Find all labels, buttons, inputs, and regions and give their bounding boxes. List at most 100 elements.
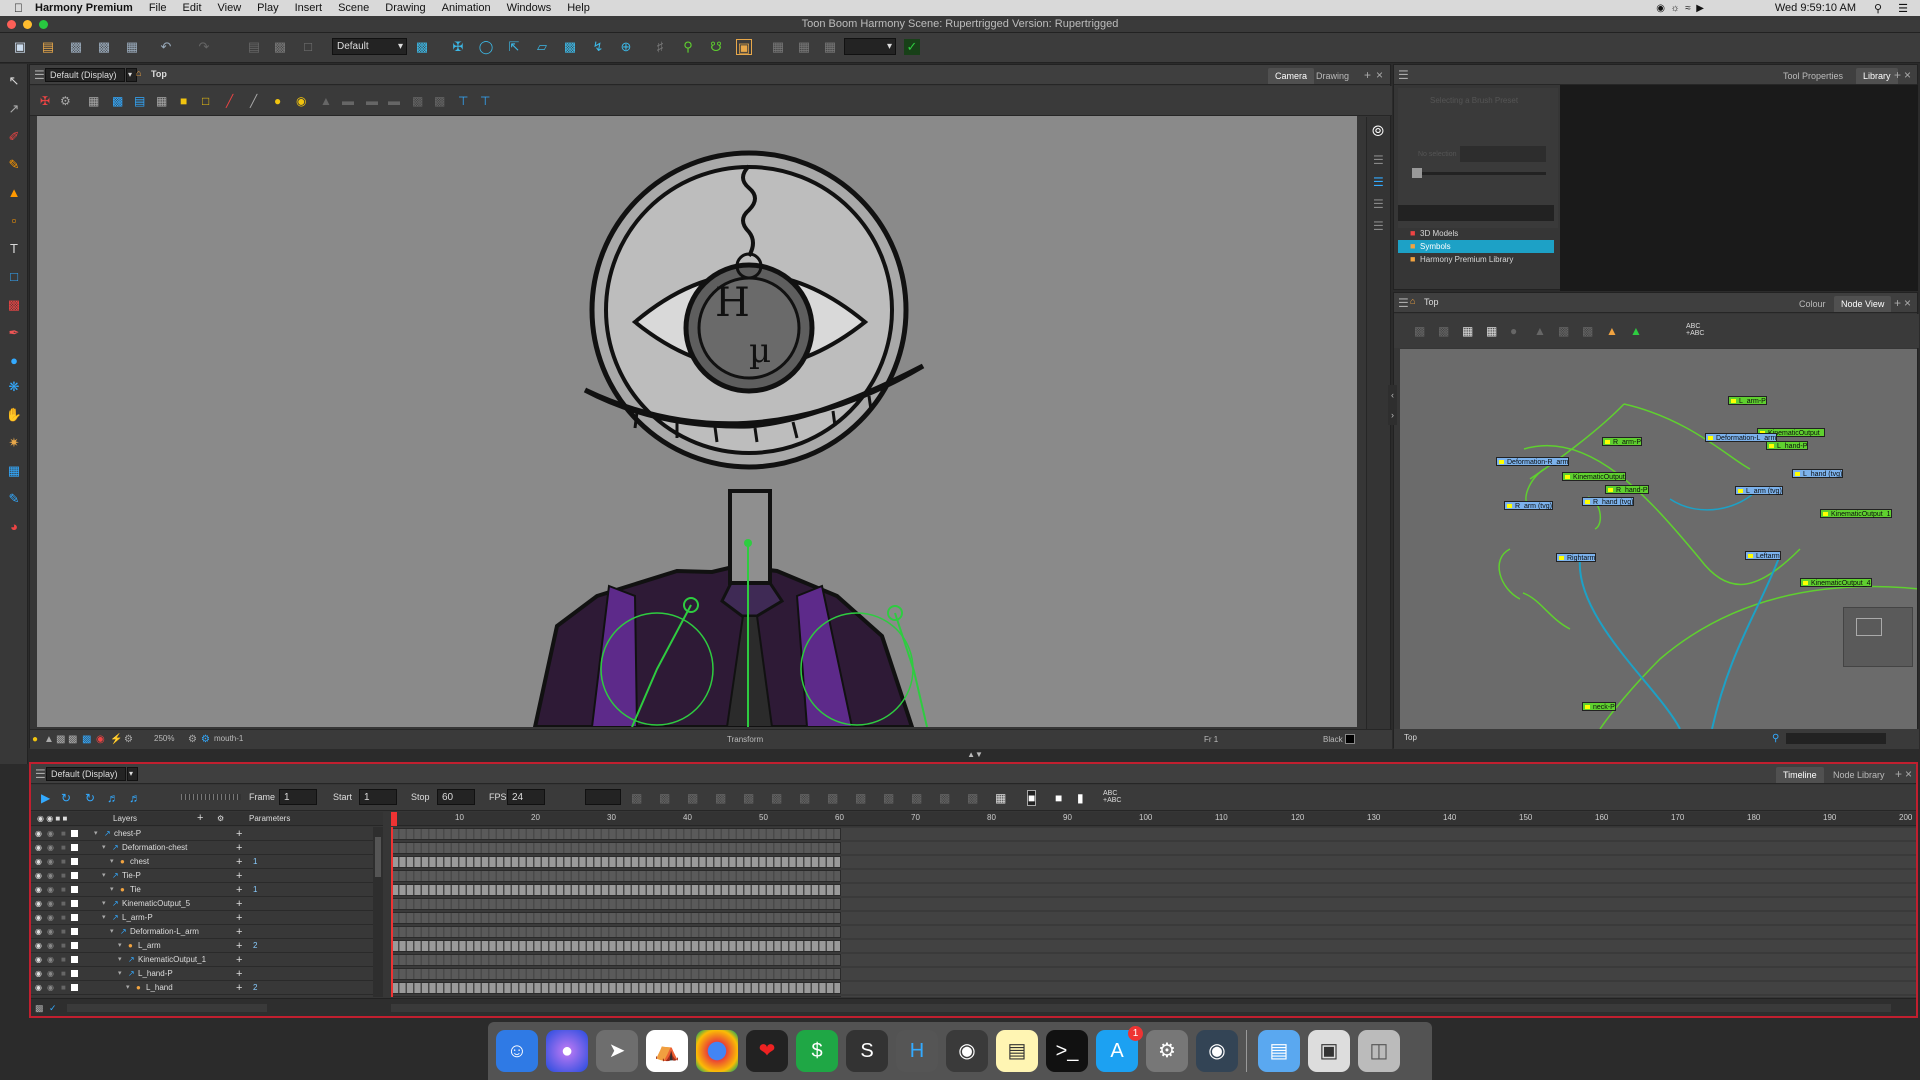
- timeline-cell-row[interactable]: [391, 855, 1916, 868]
- expand-arrow-icon[interactable]: ▾: [110, 855, 114, 869]
- single-frame-icon[interactable]: ■: [1027, 790, 1037, 806]
- node-search-field[interactable]: [1786, 733, 1886, 744]
- mute-icon[interactable]: ♬: [129, 791, 141, 805]
- timeline-cell-row[interactable]: [391, 827, 1916, 840]
- timeline-cells[interactable]: [391, 827, 1916, 997]
- node-r-hand-p[interactable]: R_hand-P: [1605, 485, 1649, 494]
- pivot-tool-icon[interactable]: ●: [5, 352, 23, 370]
- mute-icon[interactable]: ■: [61, 855, 66, 869]
- dropper-tool-icon[interactable]: ✒: [5, 324, 23, 342]
- stop-input[interactable]: 60: [437, 789, 475, 805]
- select-mode-icon[interactable]: ✠: [450, 39, 466, 55]
- mute-icon[interactable]: ■: [61, 883, 66, 897]
- timeline-tool-icon[interactable]: ▩: [883, 791, 894, 805]
- visibility-icon[interactable]: ◉: [35, 911, 42, 925]
- rotate-icon[interactable]: ◯: [478, 39, 494, 55]
- node-l-arm-tvg[interactable]: L_arm (tvg): [1735, 486, 1783, 495]
- dock-heart-icon[interactable]: ❤: [746, 1030, 788, 1072]
- dock-harmony-icon[interactable]: ⛺: [646, 1030, 688, 1072]
- expand-arrow-icon[interactable]: ▾: [110, 883, 114, 897]
- add-view-icon[interactable]: +: [1894, 68, 1901, 82]
- exposure-block[interactable]: [391, 954, 841, 966]
- lock-icon[interactable]: ◉: [47, 869, 54, 883]
- node-tool-icon[interactable]: ▲: [1534, 324, 1546, 338]
- eraser-tool-icon[interactable]: ▫: [5, 212, 23, 230]
- add-layer-icon[interactable]: +: [197, 812, 203, 824]
- timeline-cell-row[interactable]: [391, 967, 1916, 980]
- dock-launchpad-icon[interactable]: ➤: [596, 1030, 638, 1072]
- exposure-block[interactable]: [391, 898, 841, 910]
- empty-cells[interactable]: [841, 968, 1916, 980]
- kinematic-icon[interactable]: ⚲: [680, 39, 696, 55]
- empty-cells[interactable]: [841, 870, 1916, 882]
- morph-tool-icon[interactable]: ❋: [5, 378, 23, 396]
- library-item-3d-models[interactable]: ■ 3D Models: [1398, 227, 1554, 240]
- layer-color-swatch[interactable]: [71, 830, 78, 837]
- timeline-cell-row[interactable]: [391, 995, 1916, 997]
- layer-active-icon[interactable]: ☰: [1373, 175, 1384, 189]
- panel-menu-icon[interactable]: ☰: [1398, 296, 1409, 310]
- layer-name[interactable]: L_arm: [138, 939, 161, 953]
- timeline-cell-row[interactable]: [391, 841, 1916, 854]
- timeline-cell-row[interactable]: [391, 897, 1916, 910]
- unlock-icon[interactable]: □: [202, 94, 209, 108]
- transform-icon[interactable]: ▩: [562, 39, 578, 55]
- pencil-tool-icon[interactable]: ✎: [5, 156, 23, 174]
- node-tool-icon[interactable]: ▩: [1558, 324, 1569, 338]
- hierarchy-icon[interactable]: ☋: [708, 39, 724, 55]
- lock-icon[interactable]: ◉: [47, 897, 54, 911]
- node-l-hand-p[interactable]: L_hand-P: [1766, 441, 1809, 450]
- dock-skype-icon[interactable]: S: [846, 1030, 888, 1072]
- dock-chrome-icon[interactable]: [696, 1030, 738, 1072]
- exposure-block[interactable]: [391, 842, 841, 854]
- layer-row[interactable]: ◉ ◉ ■ ▾ ↗Leftarm +: [31, 995, 383, 997]
- deformer-tool-icon[interactable]: ✎: [5, 490, 23, 508]
- safe-area-icon[interactable]: ▩: [112, 94, 123, 108]
- align-icon[interactable]: ▬: [388, 94, 400, 108]
- camera-viewport[interactable]: H µ: [37, 116, 1357, 727]
- layer-name[interactable]: L_arm-P: [122, 911, 153, 925]
- cells-hscroll[interactable]: [391, 1004, 1891, 1012]
- panel-menu-icon[interactable]: ☰: [34, 68, 45, 82]
- layer-row[interactable]: ◉ ◉ ■ ▾ ● chest +1: [31, 855, 383, 869]
- empty-cells[interactable]: [841, 884, 1916, 896]
- exposure-block[interactable]: [391, 912, 841, 924]
- layer-name[interactable]: Leftarm: [146, 995, 173, 997]
- add-parameter-icon[interactable]: +: [236, 995, 242, 997]
- timeline-cell-row[interactable]: [391, 953, 1916, 966]
- node-tool-icon[interactable]: ▩: [1414, 324, 1425, 338]
- footer-tool-icon[interactable]: ✓: [49, 1001, 57, 1015]
- timeline-tool-icon[interactable]: ▩: [855, 791, 866, 805]
- home-icon[interactable]: ⌂: [136, 68, 141, 78]
- timeline-cell-row[interactable]: [391, 911, 1916, 924]
- save-as-icon[interactable]: ▩: [96, 39, 112, 55]
- start-input[interactable]: 1: [359, 789, 397, 805]
- timeline-tool-icon[interactable]: ▩: [771, 791, 782, 805]
- node-rightarm[interactable]: Rightarm: [1556, 553, 1597, 562]
- layer-color-swatch[interactable]: [71, 928, 78, 935]
- add-parameter-icon[interactable]: +: [236, 911, 242, 925]
- tab-drawing[interactable]: Drawing: [1309, 68, 1356, 84]
- layer-name[interactable]: L_hand: [146, 981, 173, 995]
- layer-color-swatch[interactable]: [71, 900, 78, 907]
- layer-row[interactable]: ◉ ◉ ■ ▾ ↗ KinematicOutput_5 +: [31, 897, 383, 911]
- mute-icon[interactable]: ■: [61, 925, 66, 939]
- layer-row[interactable]: ◉ ◉ ■ ▾ ↗ Deformation-L_arm +: [31, 925, 383, 939]
- rectangle-tool-icon[interactable]: □: [5, 268, 23, 286]
- node-ungroup-icon[interactable]: ▦: [1486, 324, 1497, 338]
- scale-icon[interactable]: ⇱: [506, 39, 522, 55]
- paste-icon[interactable]: ▩: [272, 39, 288, 55]
- menu-animation[interactable]: Animation: [442, 2, 491, 14]
- expand-arrow-icon[interactable]: ▾: [102, 841, 106, 855]
- navigator-viewport[interactable]: [1856, 618, 1882, 636]
- dock-finder-icon[interactable]: ☺: [496, 1030, 538, 1072]
- exposure-block[interactable]: [391, 884, 841, 896]
- import-icon[interactable]: ▦: [124, 39, 140, 55]
- node-breadcrumb[interactable]: Top: [1424, 297, 1439, 307]
- dock-obs-icon[interactable]: ◉: [946, 1030, 988, 1072]
- menu-windows[interactable]: Windows: [507, 2, 552, 14]
- loop-icon[interactable]: ↻: [85, 791, 95, 805]
- timeline-tool-icon[interactable]: ▩: [911, 791, 922, 805]
- grid-alt-icon[interactable]: ▦: [796, 39, 812, 55]
- tab-camera[interactable]: Camera: [1268, 68, 1315, 84]
